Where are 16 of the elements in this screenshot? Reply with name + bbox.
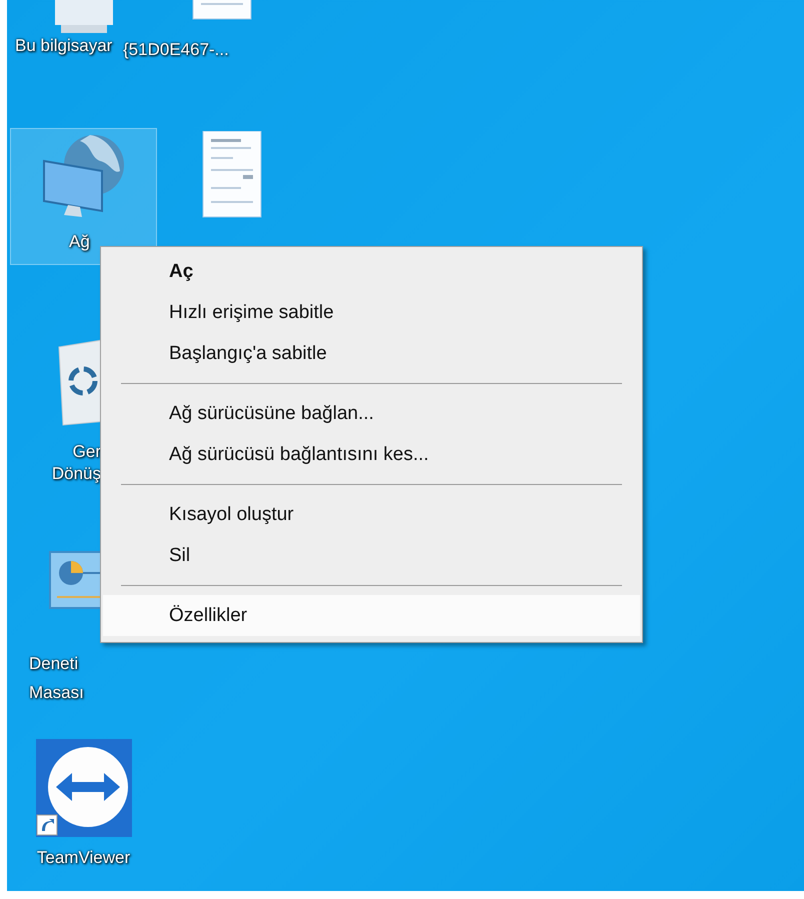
icon-label: Masası: [28, 682, 85, 704]
icon-label: {51D0E467-...: [123, 39, 230, 61]
app-shortcut-icon[interactable]: [36, 739, 132, 837]
icon-label: TeamViewer: [36, 847, 132, 869]
icon-label: Ger: [72, 441, 102, 463]
icon-label: Deneti: [28, 653, 80, 675]
menu-item[interactable]: Ağ sürücüsüne bağlan...: [103, 393, 640, 434]
computer-icon[interactable]: [52, 0, 114, 35]
menu-item[interactable]: Özellikler: [103, 595, 640, 636]
menu-item[interactable]: Hızlı erişime sabitle: [103, 292, 640, 333]
icon-label: Dönüş: [50, 463, 102, 485]
icon-label: Ağ: [68, 231, 91, 253]
menu-item[interactable]: Kısayol oluştur: [103, 494, 640, 535]
menu-item[interactable]: Başlangıç'a sabitle: [103, 333, 640, 374]
menu-item[interactable]: Sil: [103, 535, 640, 576]
menu-item[interactable]: Ağ sürücüsü bağlantısını kes...: [103, 434, 640, 475]
